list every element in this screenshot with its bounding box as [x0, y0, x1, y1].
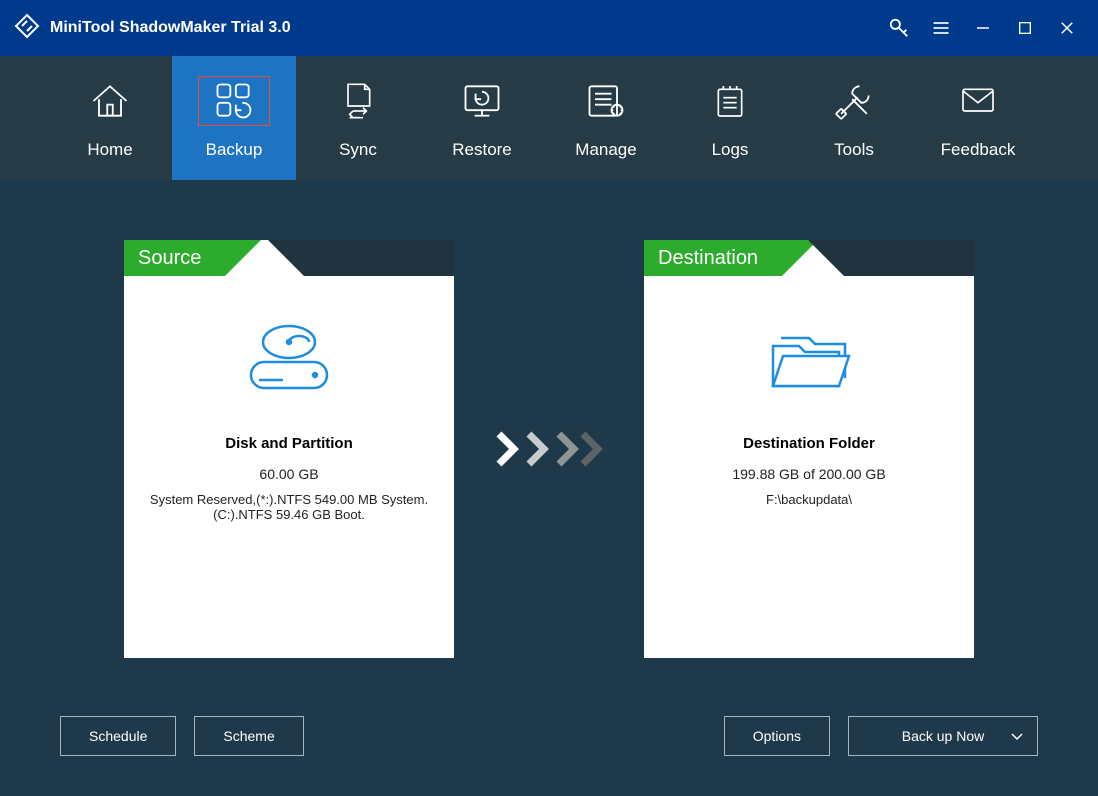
source-size: 60.00 GB	[259, 466, 318, 482]
scheme-button[interactable]: Scheme	[194, 716, 303, 756]
nav-label: Backup	[206, 140, 263, 160]
nav-home[interactable]: Home	[48, 56, 172, 180]
caret-down-icon	[1011, 728, 1023, 744]
nav-bar: Home Backup Sync	[0, 56, 1098, 180]
nav-label: Feedback	[941, 140, 1016, 160]
nav-sync[interactable]: Sync	[296, 56, 420, 180]
source-title: Disk and Partition	[225, 435, 353, 452]
bottom-bar: Schedule Scheme Options Back up Now	[60, 716, 1038, 756]
backup-icon	[198, 76, 270, 126]
feedback-icon	[956, 76, 1000, 126]
nav-label: Home	[87, 140, 132, 160]
nav-feedback[interactable]: Feedback	[916, 56, 1040, 180]
nav-label: Sync	[339, 140, 377, 160]
folder-icon	[759, 320, 859, 405]
arrow-icon	[494, 240, 604, 658]
app-title: MiniTool ShadowMaker Trial 3.0	[50, 19, 291, 37]
destination-tab-label: Destination	[644, 240, 782, 276]
destination-path: F:\backupdata\	[754, 492, 864, 507]
destination-card[interactable]: Destination Destination Folder 199.88 GB…	[644, 240, 974, 658]
tools-icon	[832, 76, 876, 126]
sync-icon	[338, 76, 378, 126]
nav-label: Tools	[834, 140, 874, 160]
manage-icon	[584, 76, 628, 126]
source-details: System Reserved,(*:).NTFS 549.00 MB Syst…	[124, 492, 454, 522]
disk-icon	[239, 320, 339, 405]
nav-label: Logs	[712, 140, 749, 160]
destination-size: 199.88 GB of 200.00 GB	[732, 466, 885, 482]
destination-title: Destination Folder	[743, 435, 875, 452]
back-up-now-button[interactable]: Back up Now	[848, 716, 1038, 756]
nav-logs[interactable]: Logs	[668, 56, 792, 180]
nav-label: Manage	[575, 140, 636, 160]
nav-backup[interactable]: Backup	[172, 56, 296, 180]
logs-icon	[710, 76, 750, 126]
key-icon[interactable]	[882, 11, 916, 45]
nav-tools[interactable]: Tools	[792, 56, 916, 180]
source-tab-label: Source	[124, 240, 225, 276]
app-logo-icon	[14, 13, 40, 44]
schedule-button[interactable]: Schedule	[60, 716, 176, 756]
nav-manage[interactable]: Manage	[544, 56, 668, 180]
source-card[interactable]: Source Disk and Partition 60.00 GB Syste…	[124, 240, 454, 658]
nav-label: Restore	[452, 140, 512, 160]
main-area: Source Disk and Partition 60.00 GB Syste…	[0, 180, 1098, 796]
restore-icon	[460, 76, 504, 126]
options-button[interactable]: Options	[724, 716, 830, 756]
minimize-button[interactable]	[966, 11, 1000, 45]
title-bar: MiniTool ShadowMaker Trial 3.0	[0, 0, 1098, 56]
nav-restore[interactable]: Restore	[420, 56, 544, 180]
menu-icon[interactable]	[924, 11, 958, 45]
maximize-button[interactable]	[1008, 11, 1042, 45]
back-up-now-label: Back up Now	[902, 728, 984, 744]
close-button[interactable]	[1050, 11, 1084, 45]
home-icon	[88, 76, 132, 126]
